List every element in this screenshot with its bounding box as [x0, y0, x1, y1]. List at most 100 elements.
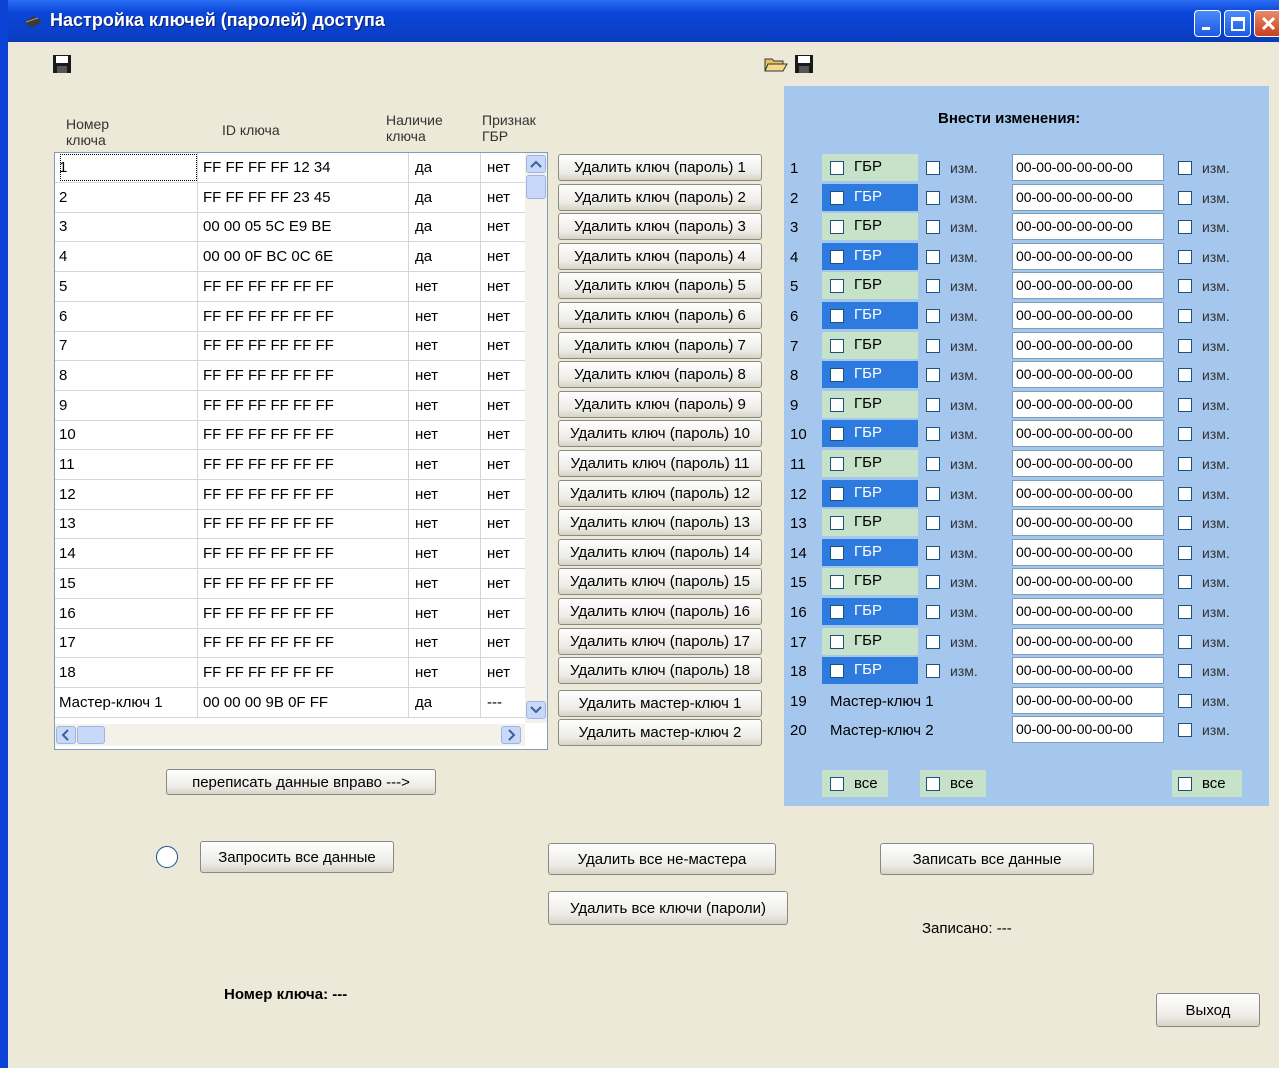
all-gbr-checkbox[interactable]: [830, 777, 844, 791]
cell-key-number[interactable]: 9: [59, 390, 198, 420]
cell-key-number[interactable]: 10: [59, 420, 198, 450]
cell-key-number[interactable]: 17: [59, 628, 198, 658]
cell-presence[interactable]: нет: [411, 420, 481, 450]
cell-gbr[interactable]: нет: [483, 183, 525, 212]
table-row[interactable]: 12 FF FF FF FF FF FF нет нет: [55, 479, 525, 510]
grid-vertical-scrollbar[interactable]: [525, 153, 547, 723]
key-id-input[interactable]: 00-00-00-00-00-00: [1012, 450, 1164, 477]
table-row[interactable]: 5 FF FF FF FF FF FF нет нет: [55, 271, 525, 302]
gbr-checkbox[interactable]: [830, 605, 844, 619]
delete-key-button[interactable]: Удалить ключ (пароль) 11: [558, 450, 762, 477]
cell-key-id[interactable]: FF FF FF FF FF FF: [199, 539, 409, 569]
cell-presence[interactable]: нет: [411, 539, 481, 569]
table-row[interactable]: 11 FF FF FF FF FF FF нет нет: [55, 450, 525, 480]
folder-open-icon[interactable]: [764, 54, 788, 74]
gbr-checkbox[interactable]: [830, 279, 844, 294]
cell-key-id[interactable]: FF FF FF FF FF FF: [199, 568, 409, 598]
cell-key-id[interactable]: FF FF FF FF FF FF: [199, 598, 409, 628]
delete-key-button[interactable]: Удалить ключ (пароль) 3: [558, 213, 762, 241]
key-id-input[interactable]: 00-00-00-00-00-00: [1012, 390, 1164, 418]
table-row[interactable]: 2 FF FF FF FF 23 45 да нет: [55, 182, 525, 213]
keys-grid[interactable]: Мастер-ключ 1 00 00 00 9B 0F FF да --- 18 FF …: [54, 152, 548, 750]
cell-key-number[interactable]: 6: [59, 301, 198, 331]
delete-key-button[interactable]: Удалить ключ (пароль) 8: [558, 361, 762, 389]
izm-checkbox[interactable]: [926, 545, 940, 560]
key-id-input[interactable]: 00-00-00-00-00-00: [1012, 242, 1164, 270]
cell-gbr[interactable]: нет: [483, 628, 525, 657]
izm-checkbox[interactable]: [926, 397, 940, 412]
delete-key-button[interactable]: Удалить ключ (пароль) 7: [558, 331, 762, 359]
cell-key-number[interactable]: 4: [59, 242, 198, 272]
gbr-checkbox[interactable]: [830, 545, 844, 560]
izm-checkbox[interactable]: [926, 249, 940, 264]
cell-gbr[interactable]: нет: [483, 331, 525, 360]
key-id-input[interactable]: 00-00-00-00-00-00: [1012, 361, 1164, 389]
key-id-input[interactable]: 00-00-00-00-00-00: [1012, 479, 1164, 507]
izm-value-checkbox[interactable]: [1178, 693, 1192, 708]
cell-gbr[interactable]: нет: [483, 212, 525, 241]
cell-key-id[interactable]: FF FF FF FF FF FF: [199, 628, 409, 658]
write-all-button[interactable]: Записать все данные: [880, 843, 1094, 875]
cell-key-id[interactable]: FF FF FF FF FF FF: [199, 479, 409, 509]
cell-key-number[interactable]: 14: [59, 539, 198, 569]
cell-gbr[interactable]: нет: [483, 272, 525, 301]
izm-value-checkbox[interactable]: [1178, 634, 1192, 649]
cell-presence[interactable]: нет: [411, 390, 481, 420]
cell-key-number[interactable]: 1: [59, 153, 198, 182]
cell-key-id[interactable]: FF FF FF FF FF FF: [199, 331, 409, 361]
cell-gbr[interactable]: нет: [483, 658, 525, 687]
delete-key-button[interactable]: Удалить ключ (пароль) 2: [558, 183, 762, 211]
delete-key-button[interactable]: Удалить ключ (пароль) 10: [558, 420, 762, 448]
cell-gbr[interactable]: нет: [483, 420, 525, 449]
delete-key-button[interactable]: Удалить ключ (пароль) 14: [558, 538, 762, 566]
scroll-up-button[interactable]: [526, 155, 546, 173]
save-icon[interactable]: [794, 54, 814, 74]
cell-gbr[interactable]: нет: [483, 599, 525, 628]
cell-presence[interactable]: нет: [411, 271, 481, 301]
delete-master-key-button[interactable]: Удалить мастер-ключ 1: [558, 689, 762, 717]
save-icon[interactable]: [52, 54, 72, 74]
cell-key-id[interactable]: FF FF FF FF FF FF: [199, 450, 409, 479]
cell-presence[interactable]: нет: [411, 509, 481, 539]
cell-key-id[interactable]: 00 00 0F BC 0C 6E: [199, 242, 409, 272]
izm-value-checkbox[interactable]: [1178, 161, 1192, 175]
table-row[interactable]: 3 00 00 05 5C E9 BE да нет: [55, 212, 525, 243]
cell-presence[interactable]: нет: [411, 657, 481, 687]
table-row[interactable]: 14 FF FF FF FF FF FF нет нет: [55, 539, 525, 570]
cell-gbr[interactable]: нет: [483, 391, 525, 420]
key-id-input[interactable]: 00-00-00-00-00-00: [1012, 272, 1164, 300]
izm-value-checkbox[interactable]: [1178, 279, 1192, 294]
delete-key-button[interactable]: Удалить ключ (пароль) 4: [558, 242, 762, 270]
copy-right-button[interactable]: переписать данные вправо --->: [166, 769, 436, 795]
cell-key-id[interactable]: FF FF FF FF FF FF: [199, 301, 409, 331]
cell-presence[interactable]: да: [411, 687, 481, 717]
izm-value-checkbox[interactable]: [1178, 575, 1192, 590]
table-row[interactable]: 15 FF FF FF FF FF FF нет нет: [55, 568, 525, 599]
cell-presence[interactable]: да: [411, 153, 481, 182]
gbr-checkbox[interactable]: [830, 338, 844, 353]
izm-value-checkbox[interactable]: [1178, 516, 1192, 531]
delete-non-masters-button[interactable]: Удалить все не-мастера: [548, 843, 776, 875]
cell-key-id[interactable]: 00 00 05 5C E9 BE: [199, 212, 409, 242]
cell-key-id[interactable]: 00 00 00 9B 0F FF: [199, 687, 409, 717]
izm-value-checkbox[interactable]: [1178, 309, 1192, 323]
gbr-checkbox[interactable]: [830, 634, 844, 649]
key-id-input[interactable]: 00-00-00-00-00-00: [1012, 598, 1164, 625]
cell-gbr[interactable]: нет: [483, 361, 525, 390]
table-row[interactable]: 13 FF FF FF FF FF FF нет нет: [55, 509, 525, 540]
cell-presence[interactable]: нет: [411, 479, 481, 509]
key-id-input[interactable]: 00-00-00-00-00-00: [1012, 657, 1164, 685]
key-id-input[interactable]: 00-00-00-00-00-00: [1012, 568, 1164, 596]
table-row[interactable]: 9 FF FF FF FF FF FF нет нет: [55, 390, 525, 421]
izm-value-checkbox[interactable]: [1178, 605, 1192, 619]
scroll-right-button[interactable]: [501, 726, 521, 744]
izm-value-checkbox[interactable]: [1178, 723, 1192, 738]
cell-presence[interactable]: нет: [411, 628, 481, 658]
delete-key-button[interactable]: Удалить ключ (пароль) 5: [558, 272, 762, 300]
cell-key-id[interactable]: FF FF FF FF FF FF: [199, 657, 409, 687]
izm-checkbox[interactable]: [926, 486, 940, 501]
cell-key-number[interactable]: 7: [59, 331, 198, 361]
gbr-checkbox[interactable]: [830, 161, 844, 175]
cell-presence[interactable]: нет: [411, 331, 481, 361]
cell-gbr[interactable]: нет: [483, 480, 525, 509]
